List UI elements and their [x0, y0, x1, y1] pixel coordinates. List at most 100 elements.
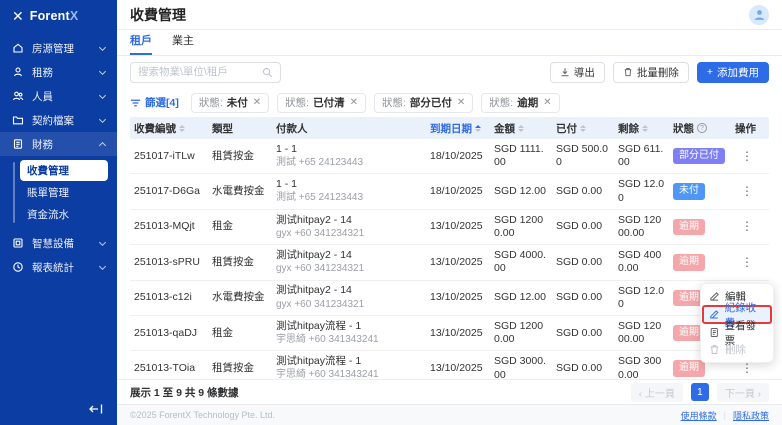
sidebar-item-contracts[interactable]: 契約檔案 — [0, 108, 117, 132]
sort-icon — [518, 125, 524, 132]
sidebar-item-finance[interactable]: 財務 — [0, 132, 117, 156]
info-icon[interactable]: ? — [697, 123, 707, 133]
pagination-summary: 展示 1 至 9 共 9 條數據 — [130, 385, 239, 400]
filter-bar: 篩選[4] 狀態: 未付 ✕ 狀態: 已付清 ✕ 狀態: 部分已付 ✕ 狀態: … — [117, 88, 782, 117]
fee-id: 251013-c12i — [130, 291, 208, 304]
sidebar-item-reports[interactable]: 報表統計 — [0, 255, 117, 279]
sidebar-item-tenancy[interactable]: 租務 — [0, 60, 117, 84]
trash-icon — [623, 67, 633, 77]
fee-id: 251017-iTLw — [130, 150, 208, 163]
pagination-bar: 展示 1 至 9 共 9 條數據 ‹ 上一頁 1 下一頁 › — [117, 379, 782, 404]
table-row: 251013-sPRU 租賃按金 測试hitpay2 - 14gyx +60 3… — [130, 245, 769, 280]
column-header-paid[interactable]: 已付 — [552, 121, 614, 136]
batch-delete-button[interactable]: 批量刪除 — [613, 62, 689, 83]
status-badge: 逾期 — [673, 360, 705, 377]
row-actions-button[interactable]: ⋮ — [735, 149, 759, 163]
filter-chip: 狀態: 未付 ✕ — [191, 93, 269, 113]
add-fee-button[interactable]: + 添加費用 — [697, 62, 769, 83]
sidebar-subitem-fund-flow[interactable]: 資金流水 — [0, 203, 117, 225]
payer-cell: 測试hitpay流程 - 1宇思綺 +60 341343241 — [272, 355, 426, 379]
remaining-amount: SGD 3000.00 — [614, 355, 669, 379]
next-page-button[interactable]: 下一頁 › — [717, 383, 769, 402]
link-divider: | — [724, 410, 726, 420]
sort-icon — [475, 125, 481, 132]
record-payment-icon — [709, 309, 720, 320]
payer-cell: 測试hitpay2 - 14gyx +60 341234321 — [272, 284, 426, 311]
fee-id: 251013-TOia — [130, 362, 208, 375]
invoice-icon — [709, 327, 720, 338]
due-date: 18/10/2025 — [426, 185, 490, 198]
privacy-link[interactable]: 隱私政策 — [733, 409, 769, 422]
table-row: 251017-D6Ga 水電費按金 1 - 1測試 +65 24123443 1… — [130, 174, 769, 209]
payer-cell: 1 - 1測試 +65 24123443 — [272, 143, 426, 170]
remaining-amount: SGD 12.00 — [614, 178, 669, 204]
row-actions-button[interactable]: ⋮ — [735, 361, 759, 375]
chevron-down-icon — [99, 262, 106, 269]
download-icon — [560, 67, 570, 77]
table-row: 251013-qaDJ 租金 測试hitpay流程 - 1宇思綺 +60 341… — [130, 316, 769, 351]
filter-icon — [130, 98, 141, 108]
search-input[interactable] — [138, 66, 258, 78]
folder-icon — [12, 114, 24, 126]
amount: SGD 4000.00 — [490, 249, 552, 275]
sidebar-item-smart-devices[interactable]: 智慧設備 — [0, 231, 117, 255]
amount: SGD 12.00 — [490, 291, 552, 304]
prev-page-button[interactable]: ‹ 上一頁 — [631, 383, 683, 402]
tab-owner[interactable]: 業主 — [172, 32, 194, 55]
trash-icon — [709, 344, 720, 355]
export-button[interactable]: 導出 — [550, 62, 605, 83]
menu-item-view-invoice[interactable]: 查看發票 — [701, 324, 773, 341]
filter-chip: 狀態: 逾期 ✕ — [481, 93, 559, 113]
sidebar-subitem-bill-management[interactable]: 賬單管理 — [0, 181, 117, 203]
column-header-status: 狀態? — [669, 121, 731, 136]
sidebar-item-personnel[interactable]: 人員 — [0, 84, 117, 108]
plus-icon: + — [707, 66, 713, 78]
row-actions-button[interactable]: ⋮ — [735, 184, 759, 198]
amount: SGD 1111.00 — [490, 143, 552, 169]
fee-type: 租金 — [208, 327, 272, 340]
sidebar-nav: 房源管理 租務 人員 契約檔案 財務 — [0, 36, 117, 279]
edit-icon — [709, 291, 720, 302]
row-actions-button[interactable]: ⋮ — [735, 255, 759, 269]
fee-type: 租金 — [208, 220, 272, 233]
sort-icon — [580, 125, 586, 132]
row-actions-menu: 編輯 紀錄收費 查看發票 刪除 — [700, 283, 774, 363]
device-icon — [12, 237, 24, 249]
chip-close-icon[interactable]: ✕ — [543, 97, 551, 108]
paid-amount: SGD 0.00 — [552, 291, 614, 304]
paid-amount: SGD 0.00 — [552, 256, 614, 269]
column-header-remaining[interactable]: 剩餘 — [614, 121, 669, 136]
table-row: 251013-c12i 水電費按金 測试hitpay2 - 14gyx +60 … — [130, 281, 769, 316]
due-date: 13/10/2025 — [426, 327, 490, 340]
footer: ©2025 ForentX Technology Pte. Ltd. 使用條款 … — [117, 404, 782, 425]
filter-chip: 狀態: 部分已付 ✕ — [374, 93, 473, 113]
collapse-icon — [89, 403, 103, 415]
page-number-button[interactable]: 1 — [691, 383, 709, 401]
chip-close-icon[interactable]: ✕ — [350, 97, 358, 108]
sort-icon — [642, 125, 648, 132]
chevron-down-icon — [99, 238, 106, 245]
tab-tenant[interactable]: 租戶 — [130, 32, 152, 55]
people-icon — [12, 90, 24, 102]
payer-cell: 測试hitpay2 - 14gyx +60 341234321 — [272, 249, 426, 276]
row-actions-button[interactable]: ⋮ — [735, 219, 759, 233]
chip-close-icon[interactable]: ✕ — [457, 97, 465, 108]
amount: SGD 12000.00 — [490, 320, 552, 346]
user-avatar[interactable] — [749, 5, 769, 25]
terms-link[interactable]: 使用條款 — [681, 409, 717, 422]
sidebar-collapse-button[interactable] — [87, 401, 105, 417]
column-header-due-date[interactable]: 到期日期 — [426, 121, 490, 136]
fee-id: 251017-D6Ga — [130, 185, 208, 198]
sidebar-item-properties[interactable]: 房源管理 — [0, 36, 117, 60]
remaining-amount: SGD 12.00 — [614, 285, 669, 311]
filter-toggle[interactable]: 篩選[4] — [130, 95, 179, 110]
sidebar-subitem-fee-management[interactable]: 收費管理 — [20, 160, 108, 181]
amount: SGD 12000.00 — [490, 214, 552, 240]
sidebar-item-label: 人員 — [32, 89, 92, 104]
column-header-amount[interactable]: 金額 — [490, 121, 552, 136]
report-icon — [12, 261, 24, 273]
column-header-fee-id[interactable]: 收費編號 — [130, 121, 208, 136]
chip-close-icon[interactable]: ✕ — [253, 97, 261, 108]
fee-id: 251013-sPRU — [130, 256, 208, 269]
search-icon[interactable] — [262, 67, 273, 78]
